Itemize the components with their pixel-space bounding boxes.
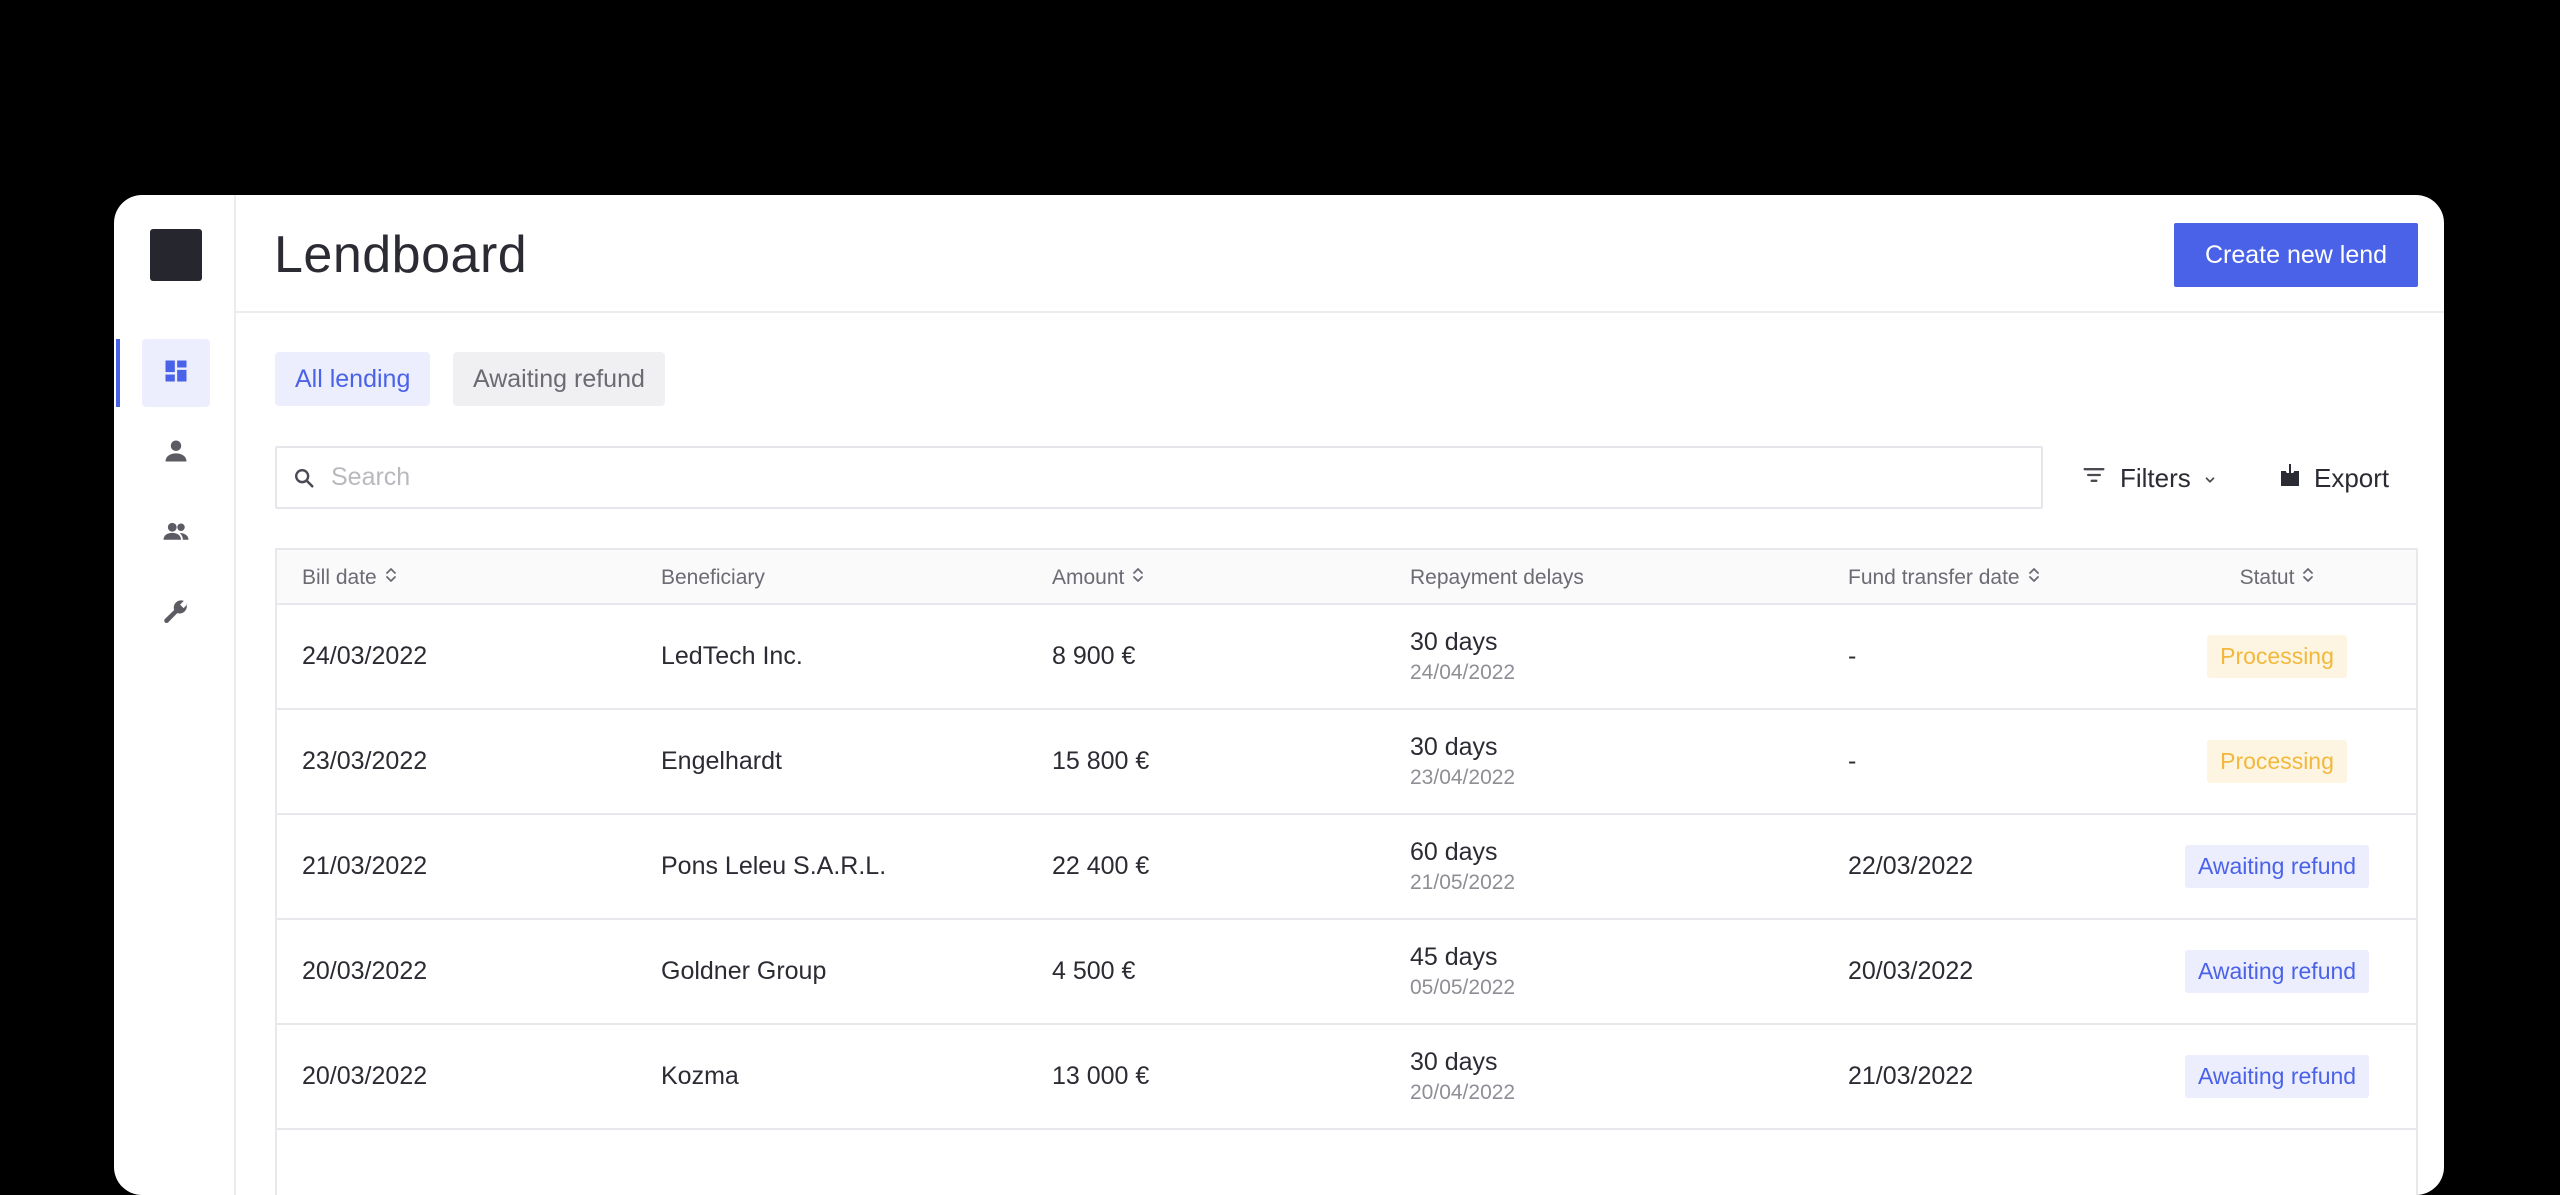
- cell-bill-date: 20/03/2022: [302, 1062, 428, 1090]
- sort-icon: [1132, 566, 1144, 590]
- cell-bill-date: 24/03/2022: [302, 642, 428, 670]
- active-nav-indicator: [116, 339, 120, 407]
- cell-amount: 4 500 €: [1052, 957, 1136, 985]
- cell-beneficiary: Kozma: [661, 1062, 739, 1090]
- cell-status: Awaiting refund: [2137, 920, 2417, 1023]
- cell-status: Processing: [2137, 710, 2417, 813]
- table-row[interactable]: 23/03/2022 Engelhardt 15 800 € 30 days 2…: [277, 710, 2416, 815]
- status-badge: Awaiting refund: [2184, 1055, 2370, 1098]
- cell-bill-date: 23/03/2022: [302, 747, 428, 775]
- sidebar-item-user[interactable]: [142, 419, 210, 487]
- search-placeholder: Search: [331, 463, 411, 491]
- filter-icon: [2080, 461, 2108, 496]
- app-window: Lendboard Create new lend All lending Aw…: [114, 195, 2444, 1195]
- table-header: Bill date Beneficiary Amount Repayment d…: [277, 550, 2416, 605]
- dashboard-icon: [162, 357, 190, 390]
- app-logo[interactable]: [150, 229, 202, 281]
- delay-days: 60 days: [1410, 838, 1498, 866]
- sidebar-item-dashboard[interactable]: [142, 339, 210, 407]
- cell-status: Awaiting refund: [2137, 815, 2417, 918]
- column-header-repayment-delays: Repayment delays: [1410, 550, 1584, 605]
- column-label: Fund transfer date: [1848, 565, 2020, 589]
- delay-date: 23/04/2022: [1410, 766, 1516, 789]
- column-header-fund-transfer-date[interactable]: Fund transfer date: [1848, 550, 2040, 605]
- sidebar-item-users[interactable]: [142, 499, 210, 567]
- column-header-statut[interactable]: Statut: [2137, 550, 2417, 605]
- column-header-amount[interactable]: Amount: [1052, 550, 1144, 605]
- delay-days: 30 days: [1410, 1048, 1498, 1076]
- sort-icon: [385, 566, 397, 590]
- delay-days: 30 days: [1410, 733, 1498, 761]
- filters-label: Filters: [2120, 462, 2191, 493]
- cell-repayment-delay: 30 days 24/04/2022: [1410, 605, 1515, 708]
- search-icon: [293, 465, 319, 491]
- tab-all-lending[interactable]: All lending: [275, 352, 431, 406]
- search-input[interactable]: Search: [275, 446, 2043, 509]
- cell-bill-date: 21/03/2022: [302, 852, 428, 880]
- cell-repayment-delay: 30 days 20/04/2022: [1410, 1025, 1515, 1128]
- delay-date: 05/05/2022: [1410, 976, 1516, 999]
- cell-fund-transfer-date: 20/03/2022: [1848, 957, 1974, 985]
- export-button[interactable]: Export: [2278, 457, 2389, 499]
- cell-status: Awaiting refund: [2137, 1025, 2417, 1128]
- user-icon: [162, 437, 190, 470]
- column-label: Repayment delays: [1410, 565, 1584, 589]
- sidebar: [114, 195, 236, 1195]
- cell-fund-transfer-date: 21/03/2022: [1848, 1062, 1974, 1090]
- users-icon: [161, 516, 191, 551]
- sort-icon: [2028, 566, 2040, 590]
- cell-status: Processing: [2137, 605, 2417, 708]
- cell-amount: 22 400 €: [1052, 852, 1150, 880]
- page-title: Lendboard: [274, 226, 528, 284]
- wrench-icon: [162, 597, 190, 630]
- delay-days: 45 days: [1410, 943, 1498, 971]
- cell-amount: 13 000 €: [1052, 1062, 1150, 1090]
- status-badge: Processing: [2207, 635, 2347, 678]
- cell-fund-transfer-date: -: [1848, 642, 1857, 670]
- column-label: Beneficiary: [661, 565, 765, 589]
- export-icon: [2278, 462, 2302, 495]
- tab-awaiting-refund[interactable]: Awaiting refund: [453, 352, 665, 406]
- cell-repayment-delay: 60 days 21/05/2022: [1410, 815, 1515, 918]
- delay-date: 24/04/2022: [1410, 661, 1516, 684]
- cell-beneficiary: Pons Leleu S.A.R.L.: [661, 852, 887, 880]
- cell-beneficiary: Goldner Group: [661, 957, 827, 985]
- status-badge: Processing: [2207, 740, 2347, 783]
- cell-beneficiary: LedTech Inc.: [661, 642, 803, 670]
- cell-repayment-delay: 30 days 23/04/2022: [1410, 710, 1515, 813]
- delay-date: 20/04/2022: [1410, 1081, 1516, 1104]
- lending-table: Bill date Beneficiary Amount Repayment d…: [275, 548, 2418, 1195]
- delay-days: 30 days: [1410, 628, 1498, 656]
- column-header-bill-date[interactable]: Bill date: [302, 550, 397, 605]
- cell-fund-transfer-date: 22/03/2022: [1848, 852, 1974, 880]
- page-header: Lendboard Create new lend: [236, 195, 2444, 313]
- cell-beneficiary: Engelhardt: [661, 747, 782, 775]
- table-row[interactable]: 20/03/2022 Kozma 13 000 € 30 days 20/04/…: [277, 1025, 2416, 1130]
- delay-date: 21/05/2022: [1410, 871, 1516, 894]
- column-label: Amount: [1052, 565, 1125, 589]
- cell-amount: 15 800 €: [1052, 747, 1150, 775]
- table-row[interactable]: 24/03/2022 LedTech Inc. 8 900 € 30 days …: [277, 605, 2416, 710]
- cell-bill-date: 20/03/2022: [302, 957, 428, 985]
- chevron-down-icon: [2203, 463, 2217, 494]
- status-badge: Awaiting refund: [2184, 845, 2370, 888]
- cell-amount: 8 900 €: [1052, 642, 1136, 670]
- column-label: Bill date: [302, 565, 377, 589]
- table-row[interactable]: 20/03/2022 Goldner Group 4 500 € 45 days…: [277, 920, 2416, 1025]
- column-label: Statut: [2239, 565, 2295, 589]
- filters-button[interactable]: Filters: [2080, 457, 2217, 499]
- sort-icon: [2302, 566, 2314, 590]
- cell-repayment-delay: 45 days 05/05/2022: [1410, 920, 1515, 1023]
- cell-fund-transfer-date: -: [1848, 747, 1857, 775]
- table-row[interactable]: 21/03/2022 Pons Leleu S.A.R.L. 22 400 € …: [277, 815, 2416, 920]
- sidebar-item-settings[interactable]: [142, 579, 210, 647]
- export-label: Export: [2314, 462, 2390, 493]
- column-header-beneficiary: Beneficiary: [661, 550, 765, 605]
- create-new-lend-button[interactable]: Create new lend: [2174, 223, 2418, 287]
- status-badge: Awaiting refund: [2184, 950, 2370, 993]
